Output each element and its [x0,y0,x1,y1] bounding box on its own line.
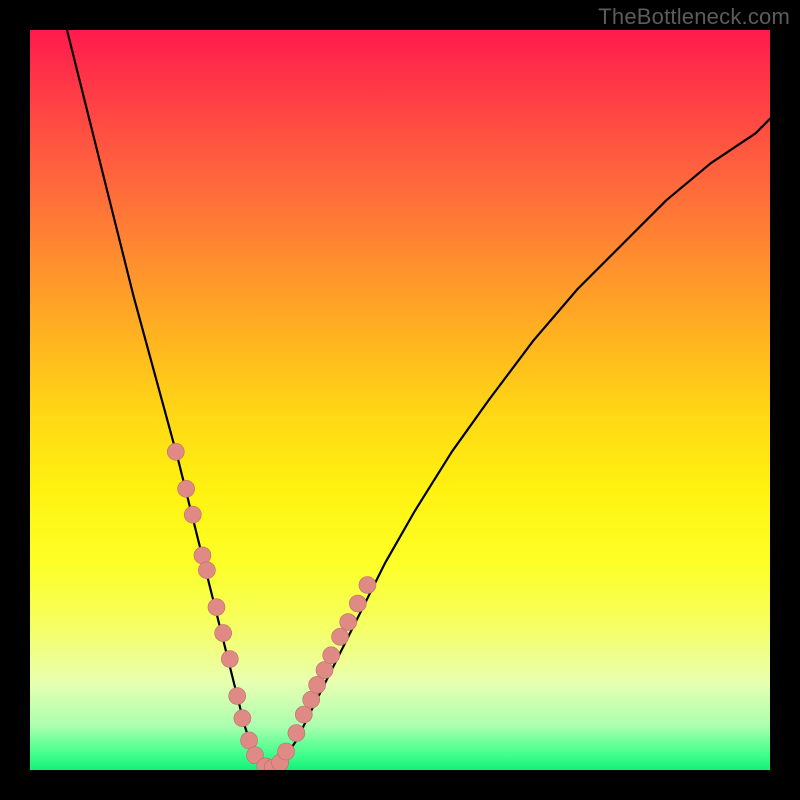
sample-dot [303,691,320,708]
sample-dot [184,506,201,523]
sample-dot [278,743,295,760]
sample-dot [229,688,246,705]
chart-svg [30,30,770,770]
sample-dot [198,562,215,579]
sample-dot [295,706,312,723]
sample-dot [309,676,326,693]
watermark-text: TheBottleneck.com [598,4,790,30]
sample-dot [332,628,349,645]
sample-dot [194,547,211,564]
sample-dot [234,710,251,727]
sample-dot [359,577,376,594]
sample-dot [215,625,232,642]
sample-dot [167,443,184,460]
bottleneck-curve [67,30,770,770]
sample-dots-group [167,443,376,770]
plot-area [30,30,770,770]
sample-dot [316,662,333,679]
sample-dot [178,480,195,497]
sample-dot [349,595,366,612]
sample-dot [288,725,305,742]
sample-dot [241,732,258,749]
sample-dot [340,614,357,631]
sample-dot [208,599,225,616]
sample-dot [323,647,340,664]
sample-dot [221,651,238,668]
chart-frame: TheBottleneck.com [0,0,800,800]
